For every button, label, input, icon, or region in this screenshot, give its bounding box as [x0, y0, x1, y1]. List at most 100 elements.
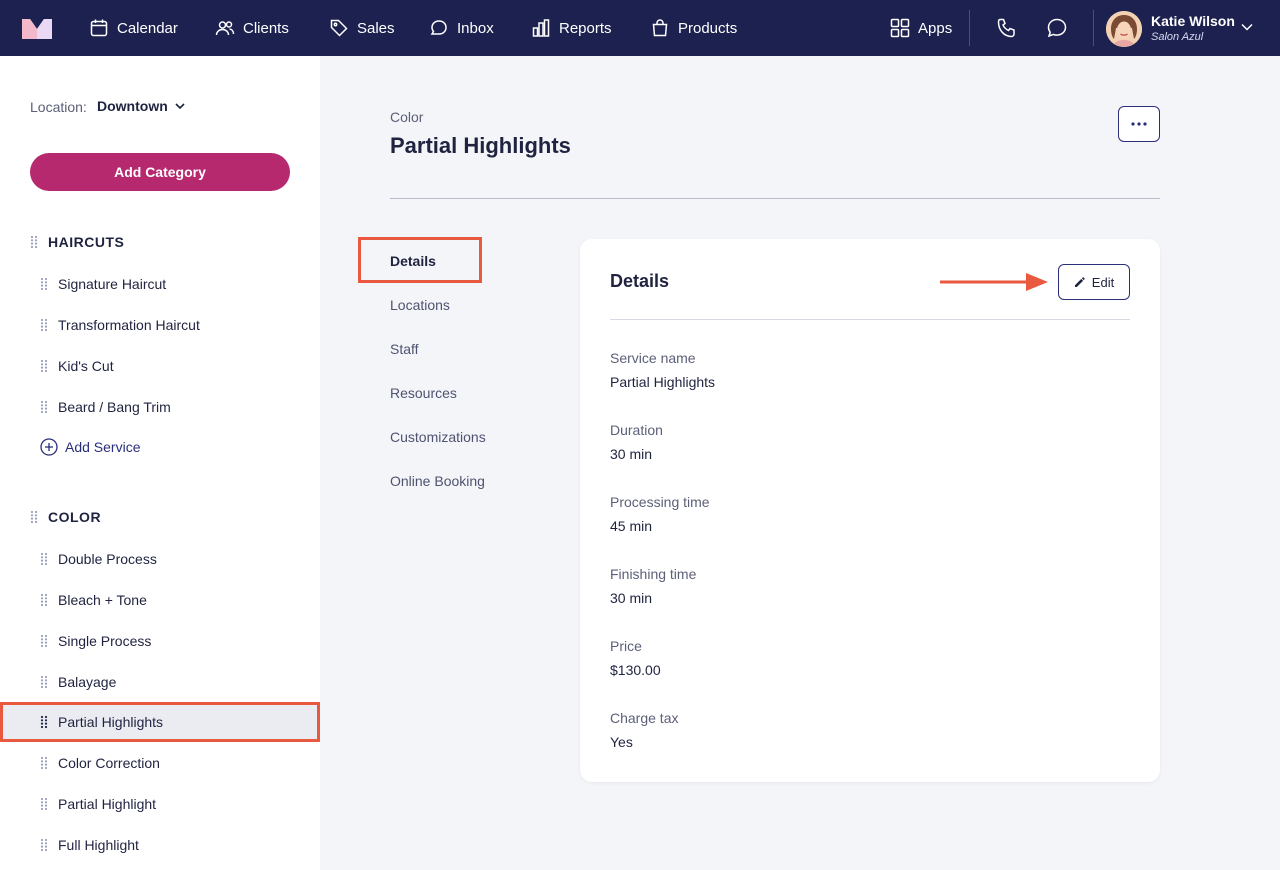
service-item-signature-haircut[interactable]: Signature Haircut: [0, 264, 320, 304]
plus-circle-icon: [40, 438, 58, 456]
service-label: Signature Haircut: [58, 276, 167, 292]
tab-resources[interactable]: Resources: [390, 385, 457, 401]
category-name: HAIRCUTS: [48, 234, 125, 250]
field-value: 30 min: [610, 446, 653, 462]
arrow-right-icon: [940, 273, 1048, 291]
nav-apps[interactable]: Apps: [890, 0, 952, 56]
nav-inbox-label: Inbox: [457, 19, 494, 37]
drag-handle-icon[interactable]: [40, 359, 48, 373]
phone-icon[interactable]: [995, 16, 1019, 40]
calendar-icon: [90, 19, 108, 37]
nav-divider: [1093, 10, 1094, 46]
avatar[interactable]: [1106, 11, 1142, 47]
service-label: Balayage: [58, 674, 117, 690]
service-label: Beard / Bang Trim: [58, 399, 171, 415]
bar-chart-icon: [532, 19, 550, 37]
category-header-haircuts[interactable]: HAIRCUTS: [30, 234, 124, 250]
service-label: Single Process: [58, 633, 152, 649]
drag-handle-icon[interactable]: [30, 510, 38, 524]
service-label: Full Highlight: [58, 837, 139, 853]
field-label: Charge tax: [610, 710, 679, 726]
tab-customizations[interactable]: Customizations: [390, 429, 486, 445]
nav-calendar[interactable]: Calendar: [89, 0, 178, 56]
chat-icon: [430, 20, 447, 35]
service-label: Kid's Cut: [58, 358, 114, 374]
location-select[interactable]: Downtown: [97, 98, 186, 114]
nav-reports[interactable]: Reports: [531, 0, 612, 56]
service-item-full-highlight[interactable]: Full Highlight: [0, 825, 320, 865]
edit-label: Edit: [1091, 274, 1115, 290]
more-options-button[interactable]: [1118, 106, 1160, 142]
details-title: Details: [610, 271, 670, 291]
service-label: Partial Highlights: [58, 714, 164, 730]
drag-handle-icon[interactable]: [40, 756, 48, 770]
grid-icon: [890, 18, 910, 38]
nav-clients[interactable]: Clients: [215, 0, 289, 56]
category-name: COLOR: [48, 509, 102, 525]
message-icon[interactable]: [1045, 16, 1069, 40]
drag-handle-icon[interactable]: [40, 634, 48, 648]
service-item-bleach-tone[interactable]: Bleach + Tone: [0, 580, 320, 620]
drag-handle-icon[interactable]: [40, 797, 48, 811]
drag-handle-icon[interactable]: [40, 838, 48, 852]
user-name[interactable]: Katie Wilson: [1151, 13, 1235, 29]
tab-staff[interactable]: Staff: [390, 341, 419, 357]
nav-apps-label: Apps: [918, 19, 953, 37]
drag-handle-icon[interactable]: [30, 235, 38, 249]
page-title: Partial Highlights: [390, 133, 571, 158]
service-item-double-process[interactable]: Double Process: [0, 539, 320, 579]
drag-handle-icon[interactable]: [40, 552, 48, 566]
drag-handle-icon[interactable]: [40, 318, 48, 332]
tab-online-booking[interactable]: Online Booking: [390, 473, 485, 489]
tab-details[interactable]: Details: [390, 253, 436, 269]
service-label: Bleach + Tone: [58, 592, 147, 608]
drag-handle-icon[interactable]: [40, 277, 48, 291]
chevron-down-icon: [175, 103, 185, 110]
drag-handle-icon[interactable]: [40, 593, 48, 607]
service-item-kids-cut[interactable]: Kid's Cut: [0, 346, 320, 386]
add-service-label: Add Service: [65, 439, 141, 455]
nav-sales-label: Sales: [357, 19, 395, 37]
field-value: Yes: [610, 734, 633, 750]
add-category-button[interactable]: Add Category: [30, 153, 290, 191]
add-service-button[interactable]: Add Service: [40, 438, 140, 456]
service-item-balayage[interactable]: Balayage: [0, 662, 320, 702]
drag-handle-icon[interactable]: [40, 400, 48, 414]
nav-clients-label: Clients: [243, 19, 289, 37]
tab-locations[interactable]: Locations: [390, 297, 450, 313]
service-item-partial-highlight[interactable]: Partial Highlight: [0, 784, 320, 824]
breadcrumb[interactable]: Color: [390, 109, 423, 125]
ellipsis-icon: [1131, 122, 1147, 126]
service-label: Partial Highlight: [58, 796, 157, 812]
chevron-down-icon[interactable]: [1240, 20, 1254, 34]
drag-handle-icon[interactable]: [40, 675, 48, 689]
service-item-beard-bang-trim[interactable]: Beard / Bang Trim: [0, 387, 320, 427]
service-label: Transformation Haircut: [58, 317, 200, 333]
drag-handle-icon[interactable]: [40, 715, 48, 729]
tag-icon: [330, 19, 348, 37]
location-label: Location:: [30, 99, 87, 115]
details-card: Details Edit Service name Partial Highli…: [580, 239, 1160, 782]
field-label: Finishing time: [610, 566, 697, 582]
nav-inbox[interactable]: Inbox: [429, 0, 494, 56]
users-icon: [215, 21, 235, 36]
category-header-color[interactable]: COLOR: [30, 509, 101, 525]
nav-sales[interactable]: Sales: [329, 0, 395, 56]
nav-divider: [969, 10, 970, 46]
user-salon: Salon Azul: [1151, 31, 1204, 43]
service-item-partial-highlights[interactable]: Partial Highlights: [0, 702, 320, 742]
app-logo[interactable]: [22, 17, 52, 39]
nav-products[interactable]: Products: [650, 0, 737, 56]
service-item-transformation-haircut[interactable]: Transformation Haircut: [0, 305, 320, 345]
service-item-single-process[interactable]: Single Process: [0, 621, 320, 661]
nav-calendar-label: Calendar: [117, 19, 178, 37]
edit-button[interactable]: Edit: [1058, 264, 1130, 300]
field-value: 45 min: [610, 518, 653, 534]
service-item-color-correction[interactable]: Color Correction: [0, 743, 320, 783]
field-label: Service name: [610, 350, 696, 366]
top-nav: Calendar Clients Sales Inbox Reports Pro…: [0, 0, 1280, 56]
field-label: Price: [610, 638, 642, 654]
field-label: Duration: [610, 422, 663, 438]
field-value: 30 min: [610, 590, 653, 606]
field-value: $130.00: [610, 662, 661, 678]
